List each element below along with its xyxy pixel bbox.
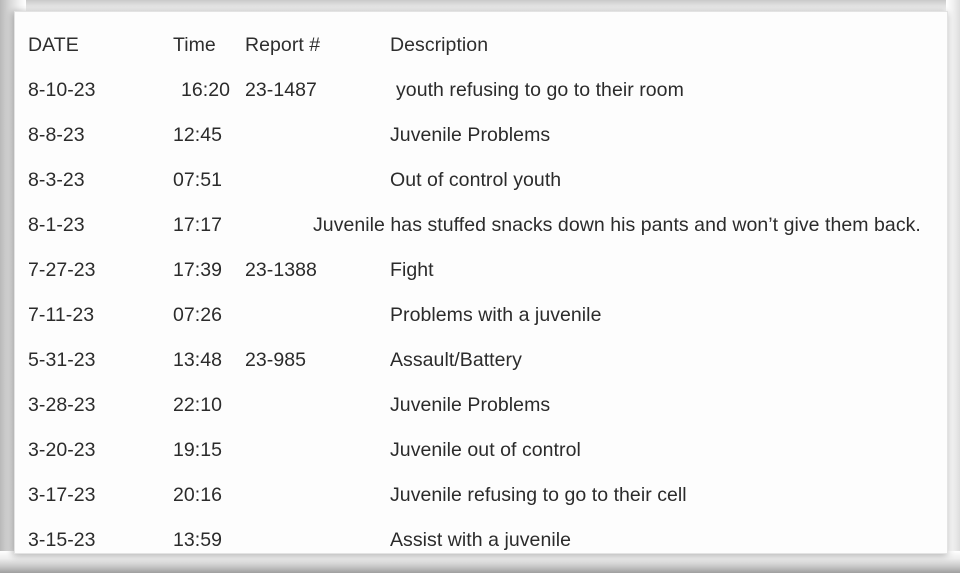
- cell-description: Problems with a juvenile: [390, 304, 602, 326]
- cell-description: Out of control youth: [390, 169, 562, 191]
- column-header-report: Report #: [245, 34, 321, 56]
- column-header-description: Description: [390, 34, 489, 56]
- table-row: 3-17-23 20:16 Juvenile refusing to go to…: [15, 473, 947, 518]
- cell-time: 12:45: [173, 124, 223, 146]
- cell-time: 17:39: [173, 259, 223, 281]
- cell-description: youth refusing to go to their room: [396, 79, 684, 101]
- column-header-date: DATE: [28, 34, 79, 56]
- table-row: 8-3-23 07:51 Out of control youth: [15, 158, 947, 203]
- table-row: 8-1-23 17:17 Juvenile has stuffed snacks…: [15, 203, 947, 248]
- cell-time: 13:48: [173, 349, 223, 371]
- table-row: 8-10-23 16:20 23-1487 youth refusing to …: [15, 68, 947, 113]
- cell-report: 23-985: [245, 349, 307, 371]
- cell-time: 13:59: [173, 529, 223, 551]
- column-header-time: Time: [173, 34, 216, 56]
- incident-log-table: DATE Time Report # Description 8-10-23 1…: [15, 12, 947, 553]
- cell-description: Juvenile refusing to go to their cell: [390, 484, 687, 506]
- table-row: 8-8-23 12:45 Juvenile Problems: [15, 113, 947, 158]
- cell-time: 17:17: [173, 214, 223, 236]
- table-row: 3-20-23 19:15 Juvenile out of control: [15, 428, 947, 473]
- cell-description: Fight: [390, 259, 434, 281]
- cell-date: 8-8-23: [28, 124, 85, 146]
- cell-time: 07:26: [173, 304, 223, 326]
- cell-time: 22:10: [173, 394, 223, 416]
- cell-time: 07:51: [173, 169, 223, 191]
- scan-shadow-bottom: [0, 551, 960, 573]
- cell-date: 8-3-23: [28, 169, 85, 191]
- cell-date: 7-27-23: [28, 259, 96, 281]
- scan-shadow-right: [946, 0, 960, 573]
- cell-description: Juvenile Problems: [390, 394, 551, 416]
- cell-description: Juvenile out of control: [390, 439, 581, 461]
- cell-date: 5-31-23: [28, 349, 96, 371]
- cell-date: 3-28-23: [28, 394, 96, 416]
- cell-date: 7-11-23: [28, 304, 95, 326]
- cell-description: Juvenile has stuffed snacks down his pan…: [313, 214, 921, 236]
- cell-report: 23-1388: [245, 259, 317, 281]
- table-row: 7-27-23 17:39 23-1388 Fight: [15, 248, 947, 293]
- cell-date: 3-20-23: [28, 439, 96, 461]
- cell-description: Assist with a juvenile: [390, 529, 572, 551]
- cell-time: 16:20: [181, 79, 231, 101]
- table-row: 5-31-23 13:48 23-985 Assault/Battery: [15, 338, 947, 383]
- table-header-row: DATE Time Report # Description: [15, 23, 947, 68]
- table-row: 3-28-23 22:10 Juvenile Problems: [15, 383, 947, 428]
- cell-report: 23-1487: [245, 79, 317, 101]
- table-row: 7-11-23 07:26 Problems with a juvenile: [15, 293, 947, 338]
- document-canvas: DATE Time Report # Description 8-10-23 1…: [0, 0, 960, 573]
- cell-description: Assault/Battery: [390, 349, 522, 371]
- cell-time: 20:16: [173, 484, 223, 506]
- cell-date: 3-15-23: [28, 529, 96, 551]
- cell-date: 8-1-23: [28, 214, 85, 236]
- cell-date: 8-10-23: [28, 79, 96, 101]
- document-sheet: DATE Time Report # Description 8-10-23 1…: [14, 11, 948, 554]
- cell-date: 3-17-23: [28, 484, 96, 506]
- cell-time: 19:15: [173, 439, 223, 461]
- cell-description: Juvenile Problems: [390, 124, 551, 146]
- table-row: 3-15-23 13:59 Assist with a juvenile: [15, 518, 947, 553]
